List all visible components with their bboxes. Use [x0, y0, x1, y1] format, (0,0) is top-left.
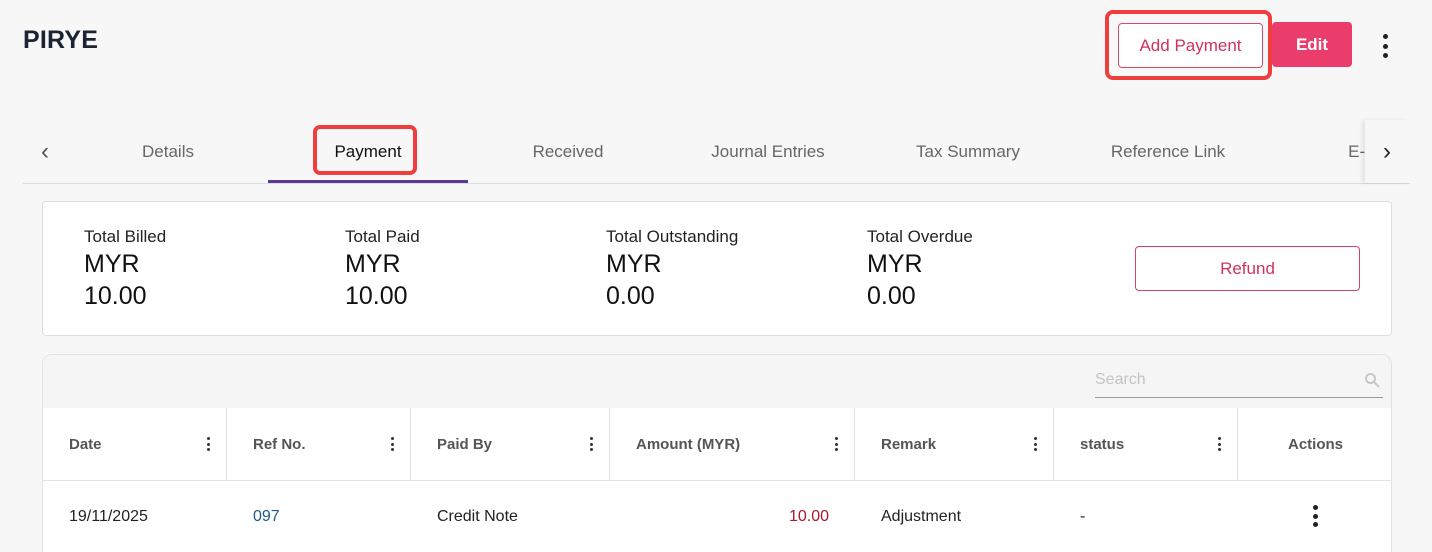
stat-total-billed: Total Billed MYR 10.00 [84, 227, 166, 311]
stat-total-paid: Total Paid MYR 10.00 [345, 227, 420, 311]
column-header-date[interactable]: Date [43, 408, 227, 480]
column-header-paid-by[interactable]: Paid By [411, 408, 610, 480]
cell-ref-no-link[interactable]: 097 [227, 481, 411, 552]
table-header: Date Ref No. Paid By Amount (MYR) Remark… [43, 408, 1391, 481]
stat-total-outstanding: Total Outstanding MYR 0.00 [606, 227, 738, 311]
stat-label: Total Outstanding [606, 227, 739, 246]
column-menu-icon[interactable] [588, 437, 594, 451]
column-header-status[interactable]: status [1054, 408, 1238, 480]
stat-currency: MYR [606, 250, 662, 278]
column-label: Amount (MYR) [636, 435, 741, 453]
column-label: Ref No. [253, 435, 306, 453]
tab-tax-summary[interactable]: Tax Summary [868, 120, 1068, 183]
column-label: status [1080, 435, 1125, 453]
tab-bar: ‹ Details Payment Received Journal Entri… [23, 120, 1410, 184]
stat-label: Total Overdue [867, 227, 973, 246]
stat-value: 0.00 [867, 282, 916, 310]
stat-currency: MYR [345, 250, 401, 278]
chevron-left-icon[interactable]: ‹ [33, 140, 57, 164]
column-menu-icon[interactable] [205, 437, 211, 451]
column-label: Date [69, 435, 102, 453]
cell-date: 19/11/2025 [69, 507, 148, 525]
stat-currency: MYR [84, 250, 140, 278]
edit-button[interactable]: Edit [1272, 22, 1352, 67]
page-title: PIRYE [23, 26, 99, 54]
column-label: Actions [1287, 435, 1343, 453]
more-options-icon[interactable] [1375, 34, 1395, 58]
add-payment-button[interactable]: Add Payment [1118, 23, 1263, 68]
tab-journal-entries[interactable]: Journal Entries [668, 120, 868, 183]
stat-value: 10.00 [345, 282, 408, 310]
cell-paid-by: Credit Note [437, 507, 518, 525]
row-actions-icon[interactable] [1311, 505, 1319, 527]
column-header-ref-no[interactable]: Ref No. [227, 408, 411, 480]
table-toolbar [43, 355, 1391, 408]
stat-value: 0.00 [606, 282, 655, 310]
column-header-amount[interactable]: Amount (MYR) [610, 408, 855, 480]
tab-received[interactable]: Received [468, 120, 668, 183]
column-menu-icon[interactable] [1216, 437, 1222, 451]
tab-reference-link[interactable]: Reference Link [1068, 120, 1268, 183]
cell-status: - [1080, 507, 1086, 525]
stat-label: Total Paid [345, 227, 420, 246]
column-menu-icon[interactable] [389, 437, 395, 451]
stat-value: 10.00 [84, 282, 147, 310]
payment-summary-card: Total Billed MYR 10.00 Total Paid MYR 10… [42, 201, 1392, 336]
column-menu-icon[interactable] [833, 437, 839, 451]
search-box [1095, 365, 1383, 398]
payments-table: Date Ref No. Paid By Amount (MYR) Remark… [42, 354, 1392, 552]
tab-payment[interactable]: Payment [268, 120, 468, 183]
stat-currency: MYR [867, 250, 923, 278]
stat-total-overdue: Total Overdue MYR 0.00 [867, 227, 973, 311]
active-tab-indicator [268, 180, 468, 183]
cell-remark: Adjustment [881, 507, 962, 525]
column-header-remark[interactable]: Remark [855, 408, 1054, 480]
stat-label: Total Billed [84, 227, 167, 246]
tab-details[interactable]: Details [68, 120, 268, 183]
column-menu-icon[interactable] [1032, 437, 1038, 451]
search-input[interactable] [1095, 365, 1355, 395]
column-label: Paid By [437, 435, 493, 453]
column-header-actions: Actions [1238, 408, 1391, 480]
column-label: Remark [881, 435, 937, 453]
chevron-right-icon[interactable]: › [1375, 140, 1399, 164]
refund-button[interactable]: Refund [1135, 246, 1360, 291]
search-icon[interactable] [1364, 372, 1380, 388]
cell-amount: 10.00 [788, 507, 829, 525]
table-row[interactable]: 19/11/2025 097 Credit Note 10.00 Adjustm… [43, 481, 1391, 552]
